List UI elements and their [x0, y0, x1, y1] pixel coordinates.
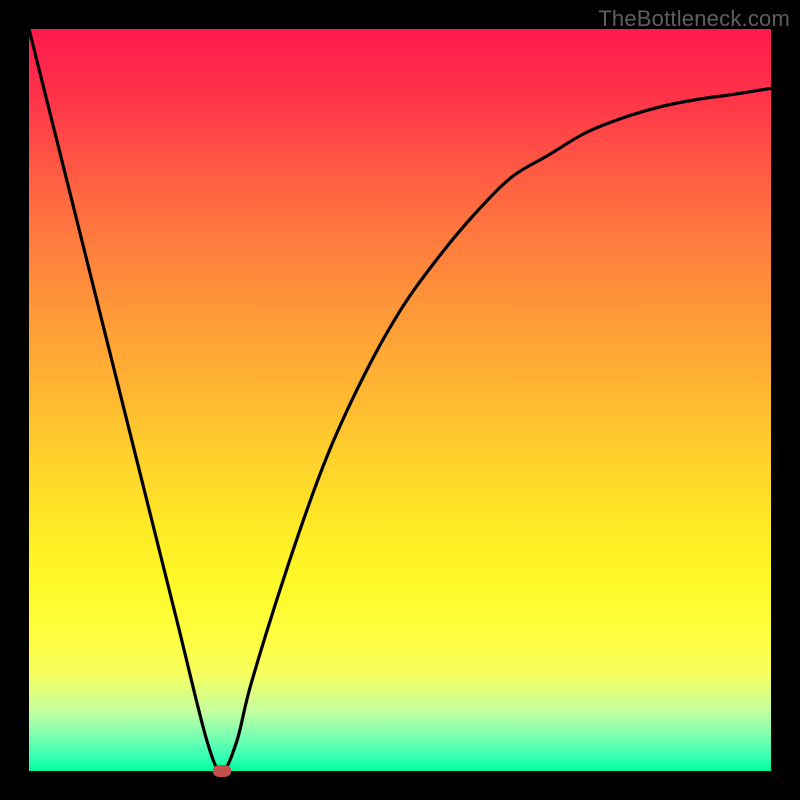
chart-frame: TheBottleneck.com: [0, 0, 800, 800]
watermark-text: TheBottleneck.com: [598, 6, 790, 32]
bottleneck-curve: [29, 29, 771, 771]
minimum-marker: [213, 765, 231, 777]
